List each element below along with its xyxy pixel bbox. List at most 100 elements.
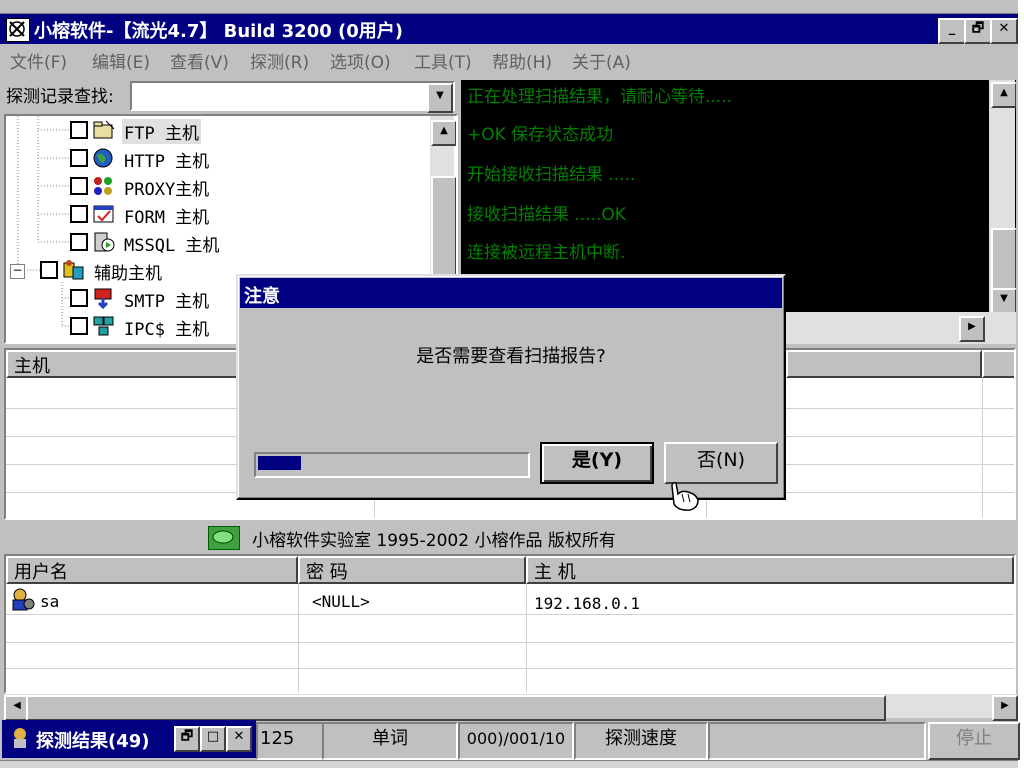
search-dropdown-button[interactable]: ▼	[427, 83, 453, 113]
result-close-button[interactable]: ✕	[226, 726, 252, 752]
restore-button[interactable]: 🗗	[964, 18, 992, 44]
tree-item-label: 辅助主机	[94, 264, 162, 284]
mail-icon	[92, 287, 116, 310]
result-restore-button[interactable]: 🗗	[174, 726, 200, 752]
log-scroll-up-button[interactable]: ▲	[991, 82, 1016, 108]
column-header-host[interactable]: 主 机	[526, 556, 1014, 584]
user-grid: 用户名 密 码 主 机 sa <NULL> 192.168.0.1	[4, 554, 1016, 694]
result-maximize-button[interactable]: □	[200, 726, 226, 752]
host-column-header-2[interactable]	[786, 350, 982, 378]
host-column-header[interactable]: 主机	[6, 350, 238, 378]
copyright-text: 小榕软件实验室 1995-2002 小榕作品 版权所有	[252, 531, 616, 551]
close-button[interactable]: ✕	[990, 18, 1018, 44]
menu-probe[interactable]: 探测(R)	[250, 48, 309, 73]
result-tab[interactable]: 探测结果(49) 🗗 □ ✕	[2, 720, 256, 758]
menu-file[interactable]: 文件(F)	[10, 48, 67, 73]
window-title: 小榕软件-【流光4.7】 Build 3200 (0用户)	[34, 21, 403, 42]
title-bar: 小榕软件-【流光4.7】 Build 3200 (0用户) _ 🗗 ✕	[0, 14, 1018, 44]
result-icon	[8, 726, 32, 750]
cell-username: sa	[40, 592, 60, 611]
column-header-username[interactable]: 用户名	[6, 556, 298, 584]
scroll-right-button[interactable]: ▶	[992, 695, 1018, 721]
tree-checkbox[interactable]	[70, 205, 88, 223]
menu-options[interactable]: 选项(O)	[330, 48, 391, 73]
dialog-title-bar: 注意	[240, 278, 782, 308]
log-scroll-thumb[interactable]	[991, 228, 1016, 290]
tree-scroll-thumb[interactable]	[431, 176, 456, 280]
minimize-button[interactable]: _	[938, 18, 966, 44]
arrow-down-icon: ▼	[1000, 293, 1008, 304]
arrow-right-icon: ▶	[968, 321, 976, 332]
grid-line	[6, 642, 1014, 643]
tree-scroll-up-button[interactable]: ▲	[431, 120, 456, 146]
tree-checkbox[interactable]	[40, 261, 58, 279]
status-count: 125	[256, 722, 324, 760]
grid-scroll-thumb[interactable]	[26, 695, 886, 721]
log-scroll-right-button[interactable]: ▶	[959, 316, 985, 342]
grid-line	[982, 378, 983, 518]
log-vscrollbar[interactable]: ▲ ▼	[989, 80, 1016, 312]
status-speed: 探测速度	[574, 722, 708, 760]
status-mode: 单词	[322, 722, 458, 760]
grid-line	[298, 584, 299, 692]
group-icon	[62, 259, 86, 281]
tree-checkbox[interactable]	[70, 289, 88, 307]
log-line: 开始接收扫描结果 .....	[467, 165, 636, 185]
grid-line	[526, 584, 527, 692]
menu-edit[interactable]: 编辑(E)	[92, 48, 150, 73]
globe-icon	[92, 147, 116, 169]
confirm-dialog: 注意 是否需要查看扫描报告? 是(Y) 否(N)	[236, 274, 786, 500]
host-column-header-3[interactable]	[982, 350, 1014, 378]
log-line: 正在处理扫描结果，请耐心等待.....	[467, 87, 733, 107]
log-line: +OK 保存状态成功	[467, 125, 614, 145]
menu-bar: 文件(F) 编辑(E) 查看(V) 探测(R) 选项(O) 工具(T) 帮助(H…	[0, 44, 1018, 76]
hand-cursor-icon	[664, 480, 704, 512]
tree-checkbox[interactable]	[70, 121, 88, 139]
arrow-right-icon: ▶	[1001, 700, 1009, 711]
status-bar: 探测结果(49) 🗗 □ ✕ 125 单词 000)/001/10 探测速度 停…	[0, 720, 1020, 760]
tree-collapse-icon[interactable]: −	[10, 264, 25, 279]
dialog-progress-bar	[254, 452, 530, 478]
tree-item-label: FTP 主机	[122, 119, 201, 144]
tree-item-label: MSSQL 主机	[124, 236, 220, 256]
log-line: 连接被远程主机中断.	[467, 243, 626, 263]
grid-line	[6, 668, 1014, 669]
cell-host: 192.168.0.1	[534, 594, 640, 613]
log-line: 接收扫描结果 .....OK	[467, 205, 626, 225]
lab-logo-icon	[208, 526, 240, 550]
search-combo[interactable]: ▼	[130, 81, 455, 113]
log-scroll-down-button[interactable]: ▼	[991, 288, 1016, 312]
status-speed-value	[708, 722, 926, 760]
tree-checkbox[interactable]	[70, 233, 88, 251]
tree-checkbox[interactable]	[70, 149, 88, 167]
tree-item-label: HTTP 主机	[124, 152, 210, 172]
dialog-title: 注意	[244, 286, 280, 307]
menu-view[interactable]: 查看(V)	[170, 48, 229, 73]
menu-help[interactable]: 帮助(H)	[492, 48, 552, 73]
dialog-message: 是否需要查看扫描报告?	[416, 346, 606, 367]
tree-checkbox[interactable]	[70, 317, 88, 335]
arrow-up-icon: ▲	[1000, 87, 1008, 98]
grid-hscrollbar[interactable]: ◀ ▶	[4, 694, 1018, 721]
column-header-password[interactable]: 密 码	[298, 556, 526, 584]
grid-line	[6, 614, 1014, 615]
top-strip	[0, 0, 1024, 14]
menu-about[interactable]: 关于(A)	[572, 48, 631, 73]
arrow-left-icon: ◀	[13, 700, 21, 711]
chevron-down-icon: ▼	[436, 90, 444, 101]
proxy-icon	[92, 175, 116, 197]
network-icon	[92, 315, 116, 337]
no-button[interactable]: 否(N)	[664, 442, 778, 484]
stop-button[interactable]: 停止	[928, 722, 1020, 760]
taskbar-strip	[0, 760, 1018, 768]
yes-button[interactable]: 是(Y)	[540, 442, 654, 484]
tree-checkbox[interactable]	[70, 177, 88, 195]
user-icon	[10, 588, 36, 612]
right-edge	[1018, 0, 1024, 768]
tree-item-label: SMTP 主机	[124, 292, 210, 312]
tree-item-label: FORM 主机	[124, 208, 210, 228]
search-label: 探测记录查找:	[6, 87, 114, 107]
status-progress: 000)/001/10	[458, 722, 574, 760]
form-icon	[92, 203, 116, 225]
menu-tools[interactable]: 工具(T)	[414, 48, 472, 73]
